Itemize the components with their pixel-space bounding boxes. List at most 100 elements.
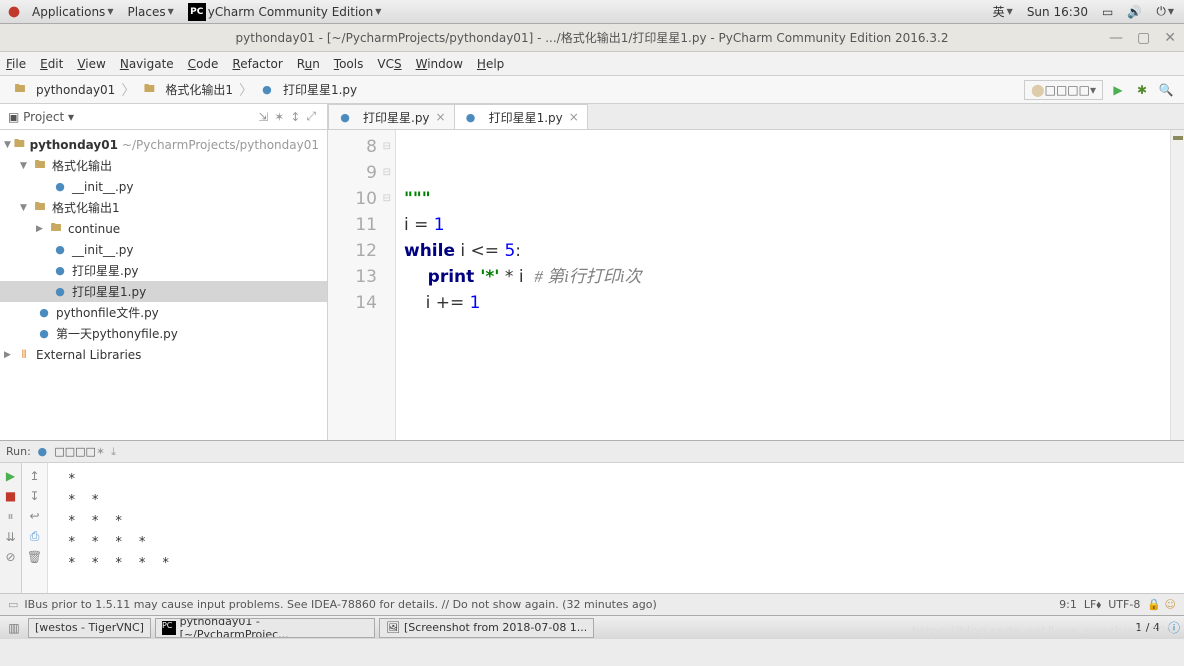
run-button[interactable]: ▶ [1109,81,1127,99]
tree-file[interactable]: ●pythonfile文件.py [0,302,327,323]
exit-button[interactable]: ⊘ [5,550,15,564]
clear-button[interactable]: 🗑 [27,550,42,564]
pause-button[interactable]: ⏸ [7,509,13,524]
run-actions-left: ▶ ■ ⏸ ⇊ ⊘ [0,463,22,593]
collapse-all-icon[interactable]: ↕ [290,110,300,124]
editor-tab-active[interactable]: ●打印星星1.py× [454,104,588,129]
tree-dir[interactable]: ▼🖿格式化输出 [0,155,327,176]
tree-file-selected[interactable]: ●打印星星1.py [0,281,327,302]
menu-vcs[interactable]: VCS [377,57,401,71]
taskbar-item[interactable]: 🖼[Screenshot from 2018-07-08 1... [379,618,594,638]
print-button[interactable]: ⎙ [30,529,40,544]
menu-refactor[interactable]: Refactor [232,57,282,71]
close-tab-icon[interactable]: × [569,110,579,124]
window-title: pythonday01 - [~/PycharmProjects/pythond… [236,29,949,46]
rerun-button[interactable]: ▶ [6,469,15,483]
status-message[interactable]: IBus prior to 1.5.11 may cause input pro… [24,598,656,611]
taskbar-item[interactable]: [westos - TigerVNC] [28,618,151,638]
main-split: ▣ Project ▾ ⇲ ✶ ↕ ⤢ ▼🖿pythonday01~/Pycha… [0,104,1184,440]
menu-run[interactable]: Run [297,57,320,71]
python-file-icon: ● [52,263,68,279]
run-config-selector[interactable]: ⬤ □□□□ ▾ [1024,80,1103,100]
workspace-switcher[interactable]: 1 / 4 [1135,621,1160,634]
window-titlebar: pythonday01 - [~/PycharmProjects/pythond… [0,24,1184,52]
up-stack-button[interactable]: ↥ [29,469,39,483]
menu-window[interactable]: Window [416,57,463,71]
gnome-top-bar: Applications▼ Places▼ PC yCharm Communit… [0,0,1184,24]
close-tab-icon[interactable]: × [436,110,446,124]
tree-external-libs[interactable]: ▶⫴External Libraries [0,344,327,365]
breadcrumb-folder[interactable]: 🖿格式化输出1 [135,81,239,98]
gnome-foot-icon [6,4,22,20]
window-close-button[interactable]: ✕ [1164,30,1176,46]
python-file-icon: ● [259,82,275,98]
hide-tool-window-icon[interactable]: ⤢ [306,109,316,124]
menu-file[interactable]: File [6,57,26,71]
pycharm-app-menu[interactable]: PC yCharm Community Edition▼ [184,3,386,21]
breadcrumb-project[interactable]: 🖿pythonday01 [6,82,121,98]
dump-threads-button[interactable]: ⇊ [5,530,15,544]
editor-tabs: ●打印星星.py× ●打印星星1.py× [328,104,1184,130]
hector-icon[interactable]: ☺ [1165,598,1176,611]
show-desktop-button[interactable]: ▥ [4,621,24,635]
gnome-taskbar: ▥ [westos - TigerVNC] PCpythonday01 - [~… [0,615,1184,639]
gear-icon[interactable]: ✶ [96,445,105,458]
search-everywhere-button[interactable]: 🔍 [1157,81,1175,99]
menu-view[interactable]: View [77,57,105,71]
menu-navigate[interactable]: Navigate [120,57,174,71]
taskbar-item[interactable]: PCpythonday01 - [~/PycharmProjec... [155,618,375,638]
breadcrumb-file[interactable]: ●打印星星1.py [253,81,363,98]
tree-file[interactable]: ●__init__.py [0,176,327,197]
code-editor[interactable]: 891011121314 ⊟⊟⊟ """i = 1while i <= 5: p… [328,130,1184,440]
stop-button[interactable]: ■ [5,489,16,503]
error-stripe[interactable] [1170,130,1184,440]
python-file-icon: ● [463,109,479,125]
gear-icon[interactable]: ✶ [274,110,284,124]
console-output[interactable]: * * * * * * * * * * * * * * * [48,463,1184,593]
line-number-gutter[interactable]: 891011121314 ⊟⊟⊟ [328,130,396,440]
lock-icon[interactable]: 🔒 [1147,598,1161,611]
folder-icon: 🖿 [12,82,28,98]
debug-button[interactable]: ✱ [1133,81,1151,99]
power-icon[interactable]: ⏻ ▼ [1152,4,1178,19]
down-stack-button[interactable]: ↧ [29,489,39,503]
display-icon[interactable]: ▭ [1098,5,1117,19]
tray-icon[interactable]: ⓘ [1168,619,1180,636]
project-tree[interactable]: ▼🖿pythonday01~/PycharmProjects/pythonday… [0,130,327,440]
status-rect-icon[interactable]: ▭ [8,598,18,611]
pycharm-icon: PC [162,621,176,635]
menu-help[interactable]: Help [477,57,504,71]
hide-icon[interactable]: ⤓ [111,445,116,459]
line-separator[interactable]: LF⬧ [1084,598,1101,612]
menu-code[interactable]: Code [188,57,219,71]
places-menu[interactable]: Places▼ [123,5,177,19]
tree-file[interactable]: ●第一天pythonyfile.py [0,323,327,344]
soft-wrap-button[interactable]: ↩ [29,509,39,523]
menu-tools[interactable]: Tools [334,57,364,71]
autoscroll-to-source-icon[interactable]: ⇲ [258,110,268,124]
volume-icon[interactable]: 🔊 [1123,5,1146,19]
python-file-icon: ● [52,284,68,300]
python-icon: ● [34,444,50,460]
folder-icon: 🖿 [32,200,48,216]
menu-edit[interactable]: Edit [40,57,63,71]
code-content[interactable]: """i = 1while i <= 5: print '*' * i # 第i… [396,130,1170,440]
tree-root[interactable]: ▼🖿pythonday01~/PycharmProjects/pythonday… [0,134,327,155]
caret-position[interactable]: 9:1 [1059,598,1077,611]
tree-dir[interactable]: ▶🖿continue [0,218,327,239]
project-view-selector[interactable]: ▣ Project ▾ [8,110,74,124]
tree-dir[interactable]: ▼🖿格式化输出1 [0,197,327,218]
clock[interactable]: Sun 16:30 [1023,5,1092,19]
window-maximize-button[interactable]: ▢ [1137,30,1150,46]
tree-file[interactable]: ●__init__.py [0,239,327,260]
applications-menu[interactable]: Applications▼ [28,5,117,19]
window-minimize-button[interactable]: — [1109,30,1123,46]
python-file-icon: ● [36,326,52,342]
ide-statusbar: ▭ IBus prior to 1.5.11 may cause input p… [0,593,1184,615]
library-icon: ⫴ [16,347,32,363]
chevron-right-icon: 〉 [121,80,135,100]
tree-file[interactable]: ●打印星星.py [0,260,327,281]
input-method-indicator[interactable]: 英▼ [989,3,1017,20]
editor-tab[interactable]: ●打印星星.py× [328,104,455,129]
file-encoding[interactable]: UTF-8 [1108,598,1140,611]
